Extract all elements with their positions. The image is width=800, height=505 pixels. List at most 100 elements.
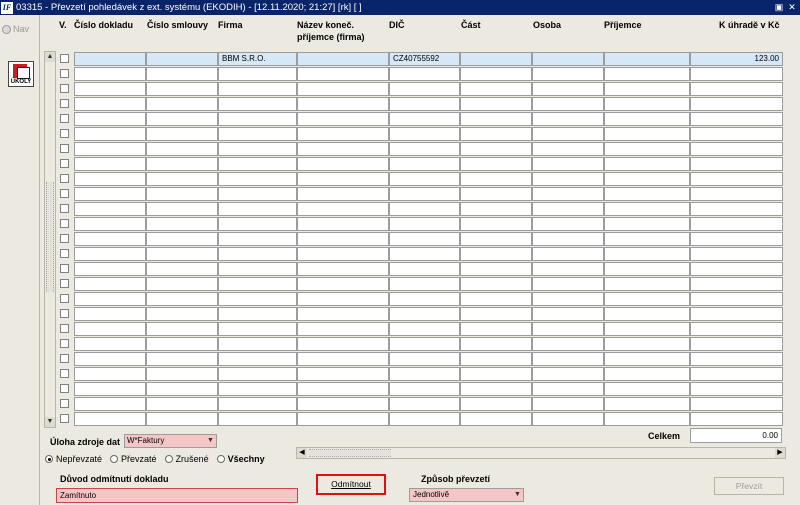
cell-nazev[interactable] [297, 127, 389, 141]
radio-vsechny[interactable]: Všechny [216, 454, 265, 464]
cell-osoba[interactable] [532, 322, 604, 336]
table-row[interactable] [58, 246, 800, 261]
table-row[interactable] [58, 261, 800, 276]
cell-k-uhrade[interactable] [690, 157, 783, 171]
cell-cast[interactable] [460, 322, 532, 336]
cell-cislo-dokladu[interactable] [74, 352, 146, 366]
cell-cislo-dokladu[interactable] [74, 292, 146, 306]
cell-nazev[interactable] [297, 382, 389, 396]
cell-cislo-smlouvy[interactable] [146, 247, 218, 261]
cell-dic[interactable] [389, 112, 460, 126]
table-row[interactable] [58, 126, 800, 141]
cell-nazev[interactable] [297, 397, 389, 411]
row-checkbox[interactable] [60, 384, 69, 393]
cell-firma[interactable] [218, 397, 297, 411]
cell-dic[interactable] [389, 307, 460, 321]
table-row[interactable] [58, 171, 800, 186]
cell-firma[interactable] [218, 277, 297, 291]
cell-nazev[interactable] [297, 247, 389, 261]
cell-prijemce[interactable] [604, 397, 690, 411]
cell-firma[interactable] [218, 187, 297, 201]
cell-nazev[interactable] [297, 337, 389, 351]
cell-k-uhrade[interactable] [690, 277, 783, 291]
row-checkbox[interactable] [60, 354, 69, 363]
cell-prijemce[interactable] [604, 67, 690, 81]
cell-prijemce[interactable] [604, 337, 690, 351]
row-checkbox[interactable] [60, 414, 69, 423]
cell-nazev[interactable] [297, 307, 389, 321]
scroll-left-icon[interactable]: ◀ [297, 448, 307, 458]
cell-dic[interactable] [389, 412, 460, 426]
cell-cislo-dokladu[interactable] [74, 217, 146, 231]
cell-firma[interactable] [218, 307, 297, 321]
cell-k-uhrade[interactable] [690, 217, 783, 231]
column-header-v[interactable]: V. [59, 19, 67, 31]
cell-cislo-dokladu[interactable] [74, 67, 146, 81]
cell-cislo-smlouvy[interactable] [146, 337, 218, 351]
cell-cislo-smlouvy[interactable] [146, 307, 218, 321]
cell-osoba[interactable] [532, 142, 604, 156]
cell-osoba[interactable] [532, 187, 604, 201]
row-checkbox[interactable] [60, 144, 69, 153]
cell-nazev[interactable] [297, 412, 389, 426]
row-checkbox[interactable] [60, 114, 69, 123]
cell-nazev[interactable] [297, 322, 389, 336]
cell-dic[interactable] [389, 247, 460, 261]
cell-nazev[interactable] [297, 172, 389, 186]
cell-firma[interactable] [218, 262, 297, 276]
cell-nazev[interactable] [297, 112, 389, 126]
cell-cislo-dokladu[interactable] [74, 172, 146, 186]
cell-dic[interactable] [389, 202, 460, 216]
cell-osoba[interactable] [532, 277, 604, 291]
cell-firma[interactable] [218, 232, 297, 246]
table-row[interactable] [58, 351, 800, 366]
radio-zrusene[interactable]: Zrušené [164, 454, 209, 464]
cell-firma[interactable] [218, 352, 297, 366]
cell-cislo-smlouvy[interactable] [146, 217, 218, 231]
cell-k-uhrade[interactable] [690, 127, 783, 141]
cell-nazev[interactable] [297, 67, 389, 81]
cell-cast[interactable] [460, 172, 532, 186]
cell-nazev[interactable] [297, 217, 389, 231]
radio-prevzate[interactable]: Převzaté [110, 454, 157, 464]
cell-dic[interactable] [389, 157, 460, 171]
cell-nazev[interactable] [297, 142, 389, 156]
cell-k-uhrade[interactable] [690, 367, 783, 381]
row-checkbox[interactable] [60, 369, 69, 378]
cell-prijemce[interactable] [604, 322, 690, 336]
cell-prijemce[interactable] [604, 292, 690, 306]
cell-cislo-dokladu[interactable] [74, 307, 146, 321]
cell-cislo-dokladu[interactable] [74, 97, 146, 111]
cell-osoba[interactable] [532, 397, 604, 411]
cell-k-uhrade[interactable] [690, 232, 783, 246]
cell-nazev[interactable] [297, 367, 389, 381]
cell-prijemce[interactable] [604, 187, 690, 201]
cell-firma[interactable] [218, 247, 297, 261]
row-checkbox[interactable] [60, 294, 69, 303]
cell-cislo-dokladu[interactable] [74, 52, 146, 66]
cell-cislo-smlouvy[interactable] [146, 127, 218, 141]
table-row[interactable] [58, 156, 800, 171]
cell-osoba[interactable] [532, 292, 604, 306]
cell-firma[interactable]: BBM S.R.O. [218, 52, 297, 66]
row-checkbox[interactable] [60, 189, 69, 198]
cell-cast[interactable] [460, 157, 532, 171]
cell-k-uhrade[interactable] [690, 262, 783, 276]
cell-dic[interactable] [389, 127, 460, 141]
cell-cast[interactable] [460, 337, 532, 351]
cell-prijemce[interactable] [604, 172, 690, 186]
cell-cislo-dokladu[interactable] [74, 412, 146, 426]
cell-cislo-dokladu[interactable] [74, 262, 146, 276]
cell-prijemce[interactable] [604, 232, 690, 246]
chevron-down-icon[interactable]: ▼ [206, 436, 215, 446]
cell-nazev[interactable] [297, 157, 389, 171]
cell-cislo-smlouvy[interactable] [146, 397, 218, 411]
table-row[interactable] [58, 111, 800, 126]
cell-cislo-dokladu[interactable] [74, 202, 146, 216]
cell-cast[interactable] [460, 397, 532, 411]
cell-k-uhrade[interactable]: 123.00 [690, 52, 783, 66]
cell-cast[interactable] [460, 217, 532, 231]
cell-dic[interactable] [389, 352, 460, 366]
cell-cast[interactable] [460, 352, 532, 366]
cell-cislo-dokladu[interactable] [74, 82, 146, 96]
